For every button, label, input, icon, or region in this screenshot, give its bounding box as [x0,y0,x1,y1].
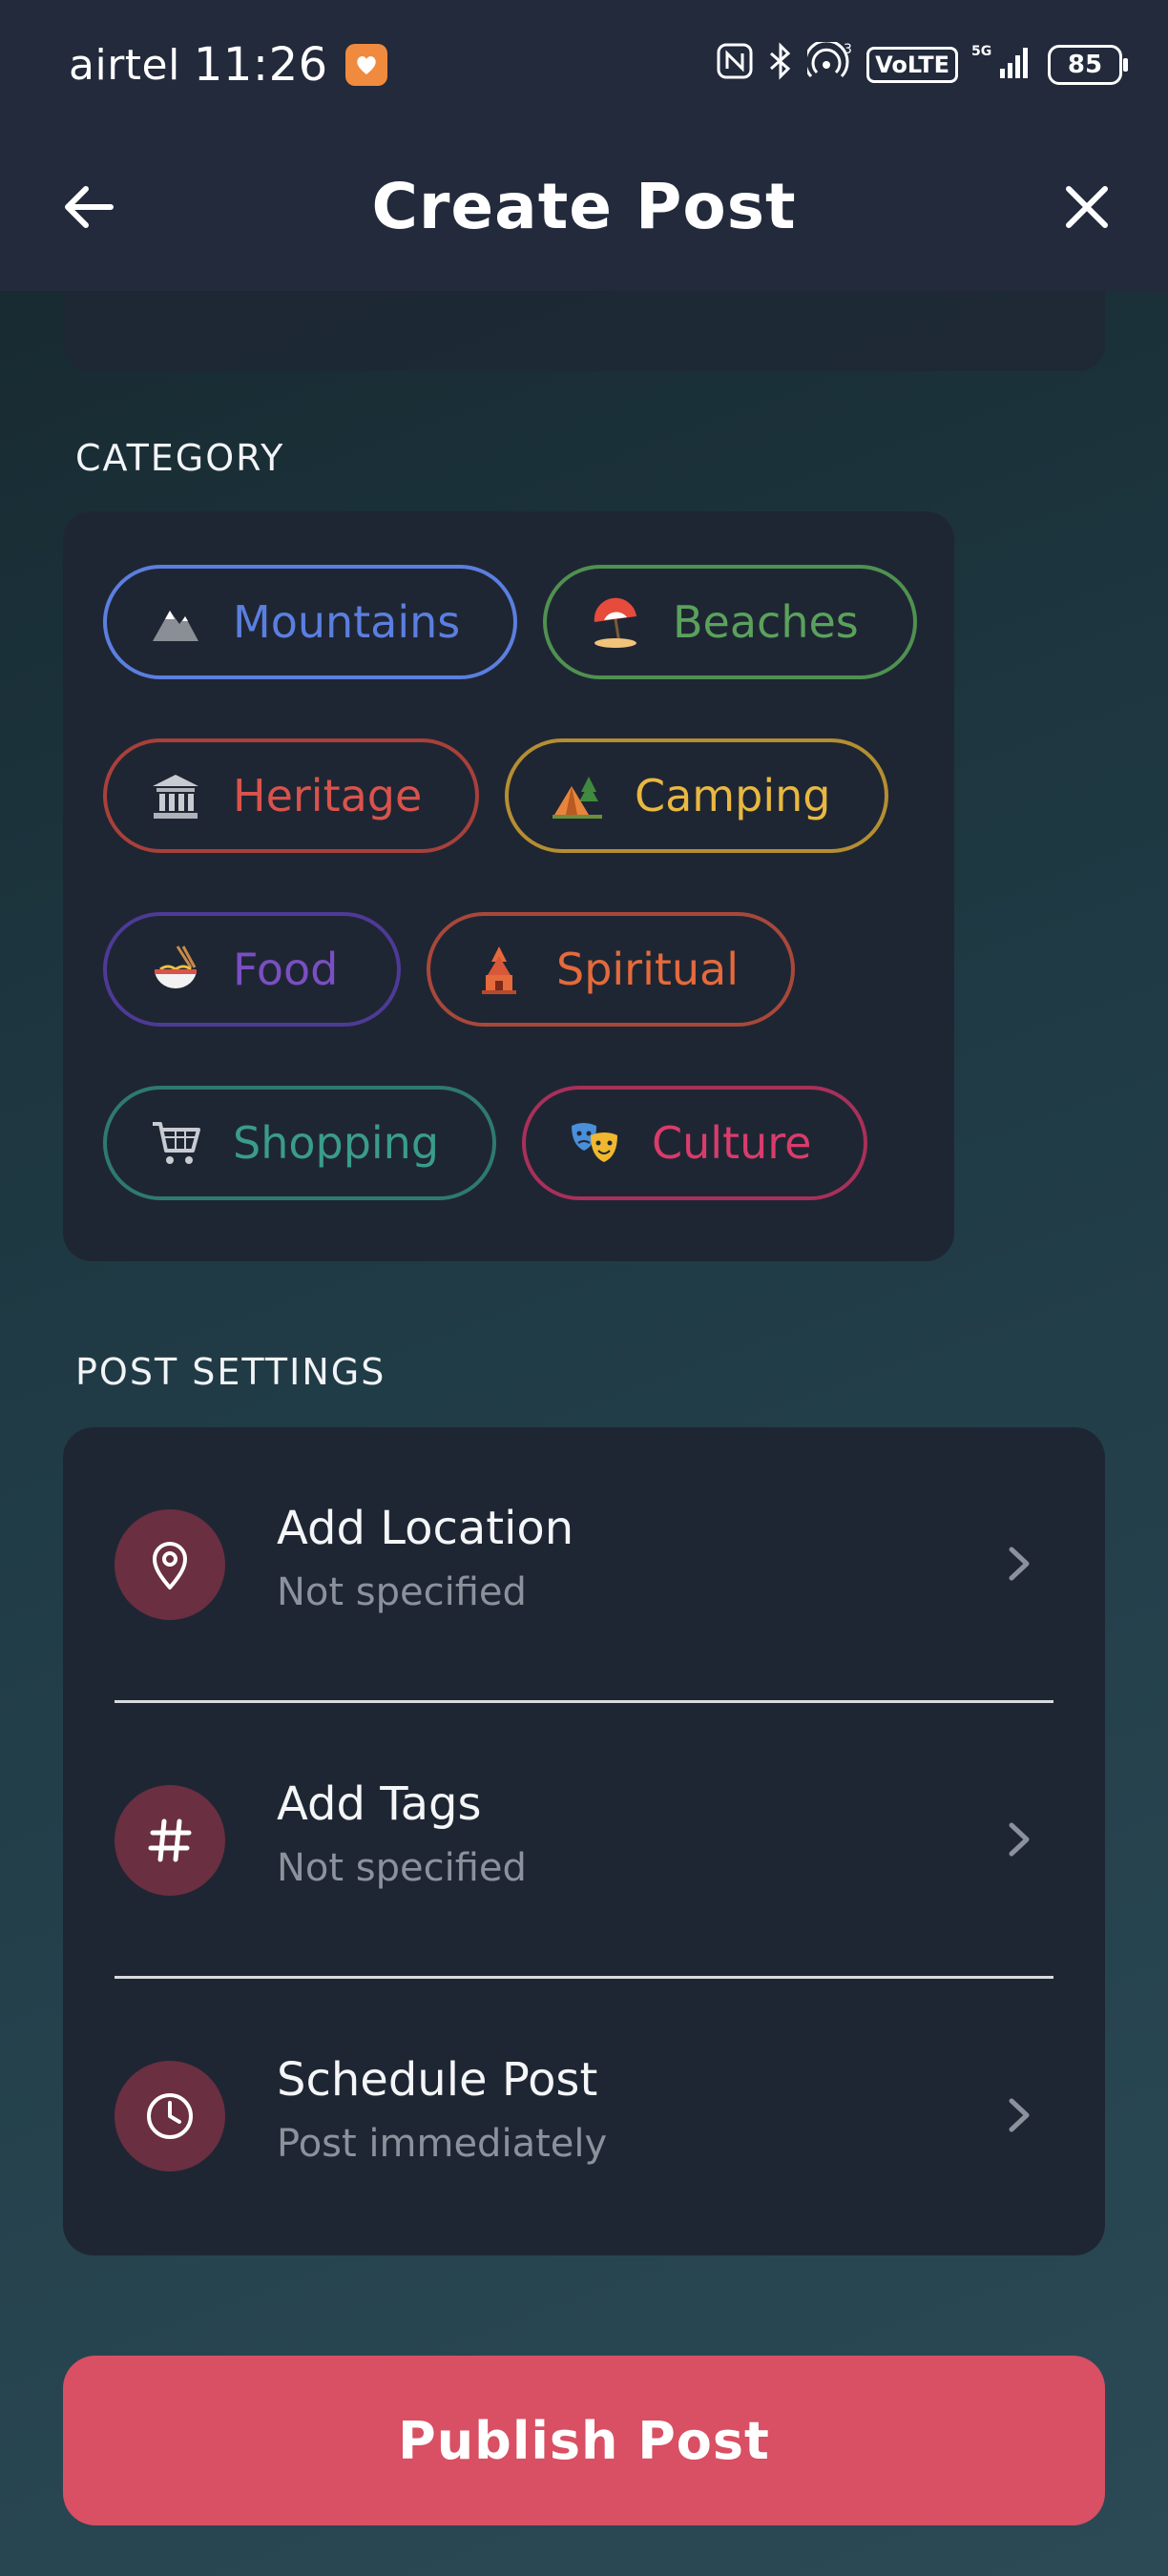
category-chip-label: Spiritual [556,944,740,995]
setting-title: Schedule Post [277,2053,598,2107]
chevron-right-icon [1009,1822,1030,1857]
post-settings-card: Add Location Not specified Add Tags Not … [63,1427,1105,2255]
add-tags-row[interactable]: Add Tags Not specified [63,1703,1105,1978]
setting-value: Not specified [277,1846,527,1890]
setting-value: Not specified [277,1570,527,1614]
classical-building-icon [149,769,202,822]
setting-title: Add Location [277,1502,574,1555]
shopping-cart-icon [149,1116,202,1170]
location-pin-icon [115,1509,225,1620]
close-icon [1066,186,1108,228]
battery-indicator: 85 [1048,45,1128,85]
category-chip-label: Shopping [233,1117,440,1169]
app-header: Create Post [0,134,1168,291]
category-chip-food[interactable]: Food [103,912,401,1027]
post-settings-section-label: POST SETTINGS [75,1351,386,1393]
category-chip-mountains[interactable]: Mountains [103,565,517,679]
setting-value: Post immediately [277,2122,608,2166]
setting-title: Add Tags [277,1777,482,1831]
bluetooth-icon [767,42,794,88]
svg-text:5G: 5G [971,44,991,59]
status-time: 11:26 [193,38,328,92]
hashtag-icon [115,1785,225,1896]
clock-icon [115,2061,225,2171]
chevron-right-icon [1009,1547,1030,1581]
category-chip-label: Mountains [233,596,461,648]
previous-section-card [63,291,1105,371]
publish-post-button[interactable]: Publish Post [63,2356,1105,2525]
category-chip-heritage[interactable]: Heritage [103,738,479,853]
category-chip-beaches[interactable]: Beaches [543,565,917,679]
category-chip-spiritual[interactable]: Spiritual [427,912,795,1027]
category-chip-label: Beaches [673,596,859,648]
svg-text:3: 3 [844,42,852,57]
page-title: Create Post [371,170,797,243]
temple-icon [472,943,526,996]
category-card: Mountains Beaches Heritage Camping Food … [63,511,954,1261]
signal-icon: 5G [971,42,1034,88]
category-chip-camping[interactable]: Camping [505,738,888,853]
nfc-icon [716,42,754,88]
battery-level: 85 [1067,51,1103,79]
beach-umbrella-icon [589,595,642,649]
theater-masks-icon [568,1116,621,1170]
close-button[interactable] [1053,174,1120,240]
noodle-bowl-icon [149,943,202,996]
tent-icon [551,769,604,822]
chevron-right-icon [1009,2098,1030,2132]
category-chip-label: Culture [652,1117,812,1169]
category-chip-label: Heritage [233,770,423,821]
add-location-row[interactable]: Add Location Not specified [63,1427,1105,1702]
carrier-name: airtel [69,40,180,90]
category-chip-culture[interactable]: Culture [522,1086,867,1200]
category-section-label: CATEGORY [75,437,285,479]
mountain-icon [149,595,202,649]
schedule-post-row[interactable]: Schedule Post Post immediately [63,1979,1105,2254]
shield-heart-icon [344,44,387,86]
category-chip-label: Camping [635,770,831,821]
hotspot-icon: 3 [803,39,853,88]
status-bar: airtel 11:26 3 VoLTE 5G 85 [0,0,1168,134]
category-chip-shopping[interactable]: Shopping [103,1086,496,1200]
volte-badge: VoLTE [866,47,958,83]
category-chip-label: Food [233,944,339,995]
